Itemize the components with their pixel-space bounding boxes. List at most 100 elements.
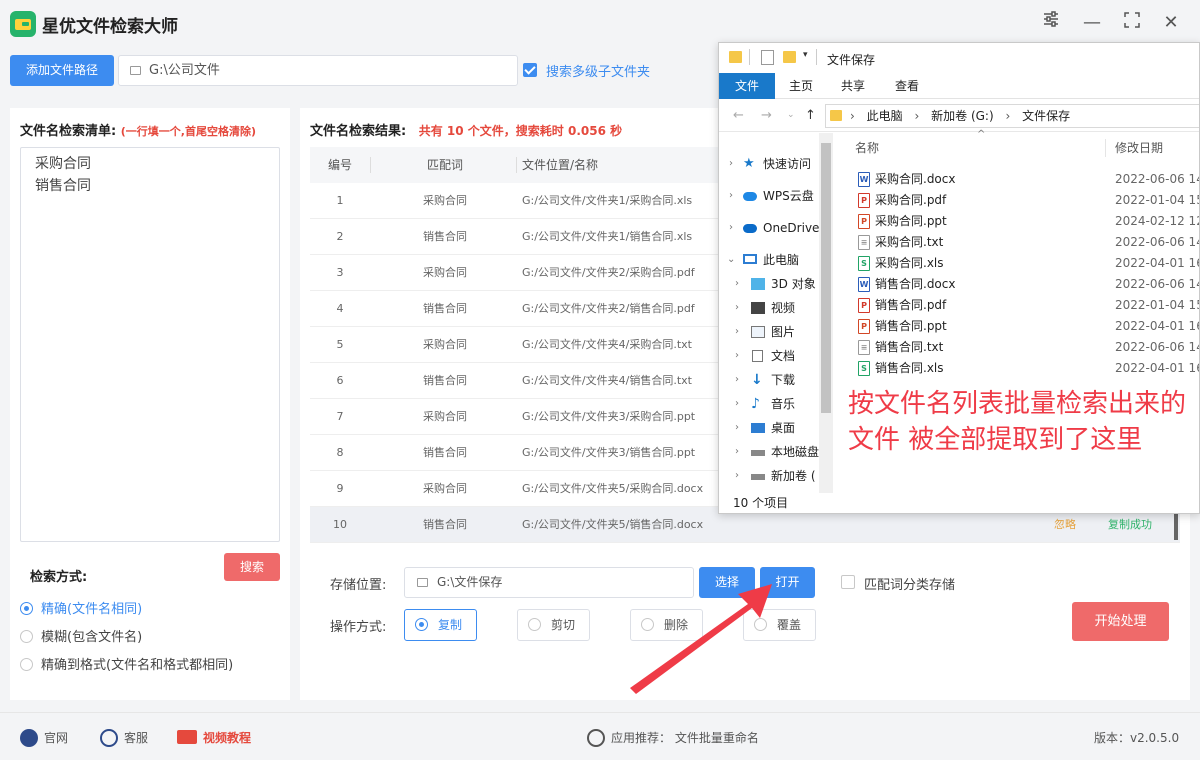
col-name[interactable]: 名称 <box>855 133 879 163</box>
ppt-file-icon: P <box>858 319 870 334</box>
mode-exact-format-label: 精确到格式(文件名和格式都相同) <box>41 658 234 673</box>
back-arrow-icon[interactable]: ← <box>733 108 744 123</box>
chevron-down-icon[interactable]: ⌄ <box>727 249 735 271</box>
chevron-right-icon[interactable]: › <box>735 465 739 487</box>
chevron-right-icon[interactable]: › <box>735 441 739 463</box>
breadcrumb-item[interactable]: 此电脑 <box>867 109 903 123</box>
tree-item-label: 快速访问 <box>763 157 812 171</box>
file-name: 销售合同.txt <box>875 340 944 354</box>
row-no: 3 <box>336 266 344 279</box>
file-item[interactable]: W 销售合同.docx 2022-06-06 14 <box>837 274 1199 295</box>
settings-sliders-icon[interactable] <box>1038 10 1064 36</box>
minimize-icon[interactable]: — <box>1079 10 1105 36</box>
chevron-right-icon[interactable]: › <box>735 345 739 367</box>
add-path-button[interactable]: 添加文件路径 <box>10 55 114 86</box>
file-item[interactable]: W 采购合同.docx 2022-06-06 14 <box>837 169 1199 190</box>
file-name: 采购合同.txt <box>875 235 944 249</box>
tree-item-label: 音乐 <box>771 397 796 411</box>
subfolder-checkbox[interactable] <box>523 63 537 77</box>
footer-recommend-app[interactable]: 文件批量重命名 <box>675 731 759 745</box>
tree-item-label: WPS云盘 <box>763 189 814 203</box>
col-modified[interactable]: 修改日期 <box>1115 133 1163 163</box>
classify-checkbox[interactable] <box>841 575 855 589</box>
file-item[interactable]: S 销售合同.xls 2022-04-01 16 <box>837 358 1200 379</box>
file-name: 销售合同.ppt <box>875 319 947 333</box>
chevron-right-icon[interactable]: › <box>729 185 733 207</box>
start-process-button[interactable]: 开始处理 <box>1072 602 1169 641</box>
row-no: 1 <box>336 194 344 207</box>
classify-label[interactable]: 匹配词分类存储 <box>864 574 955 593</box>
file-item[interactable]: ≡ 采购合同.txt 2022-06-06 14 <box>837 232 1199 253</box>
ppt-file-icon: P <box>858 214 870 229</box>
forward-arrow-icon[interactable]: → <box>761 108 772 123</box>
row-keyword: 销售合同 <box>423 446 467 459</box>
file-date: 2022-04-01 16 <box>1115 361 1200 375</box>
breadcrumb-item[interactable]: 新加卷 (G:) <box>931 109 994 123</box>
file-item[interactable]: ≡ 销售合同.txt 2022-06-06 14 <box>837 337 1199 358</box>
op-copy[interactable]: 复制 <box>404 609 477 641</box>
file-name: 采购合同.ppt <box>875 214 947 228</box>
folder-icon <box>417 578 428 587</box>
file-item[interactable]: P 采购合同.pdf 2022-01-04 15 <box>837 190 1199 211</box>
breadcrumb[interactable]: › 此电脑 › 新加卷 (G:) › 文件保存 <box>825 104 1199 128</box>
breadcrumb-item[interactable]: 文件保存 <box>1022 109 1070 123</box>
tree-scroll-thumb[interactable] <box>821 143 831 413</box>
footer-service-link[interactable]: 客服 <box>100 729 148 747</box>
chevron-right-icon[interactable]: › <box>735 273 739 295</box>
file-item[interactable]: P 销售合同.pdf 2022-01-04 15 <box>837 295 1199 316</box>
radio-icon <box>20 658 33 671</box>
maximize-icon[interactable] <box>1119 10 1145 36</box>
mode-exact-format[interactable]: 精确到格式(文件名和格式都相同) <box>20 654 233 673</box>
row-no: 7 <box>336 410 344 423</box>
search-list-textarea[interactable]: 采购合同 销售合同 <box>20 147 280 542</box>
row-keyword: 销售合同 <box>423 302 467 315</box>
op-overwrite-label: 覆盖 <box>777 618 802 632</box>
file-item[interactable]: S 采购合同.xls 2022-04-01 16 <box>837 253 1199 274</box>
chevron-right-icon[interactable]: › <box>735 417 739 439</box>
new-folder-icon[interactable] <box>783 51 796 63</box>
title-bar: 星优文件检索大师 — ✕ <box>0 0 1200 48</box>
ribbon-tab-share[interactable]: 共享 <box>827 73 879 99</box>
ribbon-tab-view[interactable]: 查看 <box>879 73 935 99</box>
chevron-right-icon[interactable]: › <box>729 217 733 239</box>
radio-icon <box>528 618 541 631</box>
explorer-address-bar: ← → ⌄ ↑ › 此电脑 › 新加卷 (G:) › 文件保存 <box>719 100 1199 132</box>
recent-dropdown-icon[interactable]: ⌄ <box>787 110 795 120</box>
op-cut[interactable]: 剪切 <box>517 609 590 641</box>
word-file-icon: W <box>858 172 870 187</box>
video-icon <box>177 730 197 744</box>
word-file-icon: W <box>858 277 870 292</box>
chevron-right-icon[interactable]: › <box>735 369 739 391</box>
link-icon <box>587 729 605 747</box>
save-location-label: 存储位置: <box>330 578 387 593</box>
ribbon-tab-home[interactable]: 主页 <box>775 73 827 99</box>
radio-selected-icon <box>415 618 428 631</box>
search-button[interactable]: 搜索 <box>224 553 280 581</box>
chevron-right-icon[interactable]: › <box>735 297 739 319</box>
source-path-input[interactable]: G:\公司文件 <box>118 55 518 86</box>
breadcrumb-sep: › <box>1005 109 1011 123</box>
file-item[interactable]: P 销售合同.ppt 2022-04-01 16 <box>837 316 1199 337</box>
footer-video-link[interactable]: 视频教程 <box>177 729 251 746</box>
col-separator <box>370 157 371 173</box>
subfolder-label[interactable]: 搜索多级子文件夹 <box>546 61 650 80</box>
tree-scrollbar[interactable] <box>819 133 833 493</box>
mode-exact[interactable]: 精确(文件名相同) <box>20 598 142 617</box>
footer-website-link[interactable]: 官网 <box>20 729 68 747</box>
operation-label: 操作方式: <box>330 620 387 635</box>
properties-icon[interactable] <box>761 50 774 65</box>
mode-fuzzy[interactable]: 模糊(包含文件名) <box>20 626 142 645</box>
chevron-right-icon[interactable]: › <box>729 153 733 175</box>
close-icon[interactable]: ✕ <box>1158 10 1184 36</box>
folder-icon <box>130 66 141 75</box>
file-item[interactable]: P 采购合同.ppt 2024-02-12 12 <box>837 211 1199 232</box>
file-name: 采购合同.pdf <box>875 193 947 207</box>
computer-icon <box>743 254 757 264</box>
breadcrumb-sep: › <box>850 109 855 123</box>
chevron-right-icon[interactable]: › <box>735 393 739 415</box>
quick-access-dropdown-icon[interactable]: ▾ <box>803 50 808 60</box>
up-arrow-icon[interactable]: ↑ <box>805 108 816 123</box>
ribbon-tab-file[interactable]: 文件 <box>719 73 775 99</box>
pdf-file-icon: P <box>858 193 870 208</box>
chevron-right-icon[interactable]: › <box>735 321 739 343</box>
